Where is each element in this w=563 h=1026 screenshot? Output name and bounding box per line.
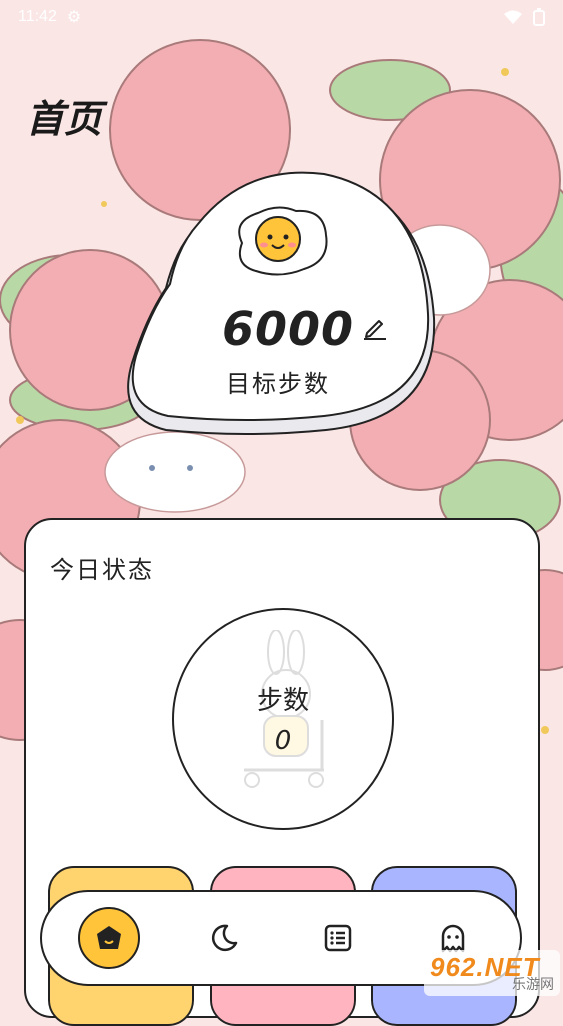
goal-steps-value: 6000 bbox=[222, 302, 355, 356]
wifi-icon bbox=[504, 10, 522, 24]
status-bar: 11:42 ⚙ bbox=[0, 0, 563, 34]
steps-label: 步数 bbox=[256, 686, 309, 716]
watermark-logo: 962.NET 乐游网 bbox=[424, 950, 560, 996]
list-icon bbox=[325, 924, 352, 952]
goal-steps-card[interactable]: 6000 目标步数 bbox=[126, 168, 438, 440]
steps-circle[interactable]: 步数 0 bbox=[172, 608, 394, 830]
page-title: 首页 bbox=[26, 96, 103, 141]
status-time: 11:42 bbox=[18, 8, 57, 25]
goal-steps-label: 目标步数 bbox=[226, 370, 330, 398]
steps-value: 0 bbox=[274, 726, 292, 756]
watermark-sub: 乐游网 bbox=[512, 976, 554, 992]
moon-icon bbox=[211, 924, 237, 952]
nav-sleep[interactable] bbox=[193, 907, 255, 969]
fried-egg-icon bbox=[238, 206, 328, 276]
battery-icon bbox=[533, 8, 545, 26]
nav-home[interactable] bbox=[78, 907, 141, 969]
home-icon bbox=[97, 926, 122, 949]
edit-pencil-icon[interactable] bbox=[362, 314, 388, 340]
nav-records[interactable] bbox=[307, 907, 369, 969]
today-status-title: 今日状态 bbox=[50, 556, 154, 584]
status-extra-icon: ⚙ bbox=[66, 9, 82, 26]
